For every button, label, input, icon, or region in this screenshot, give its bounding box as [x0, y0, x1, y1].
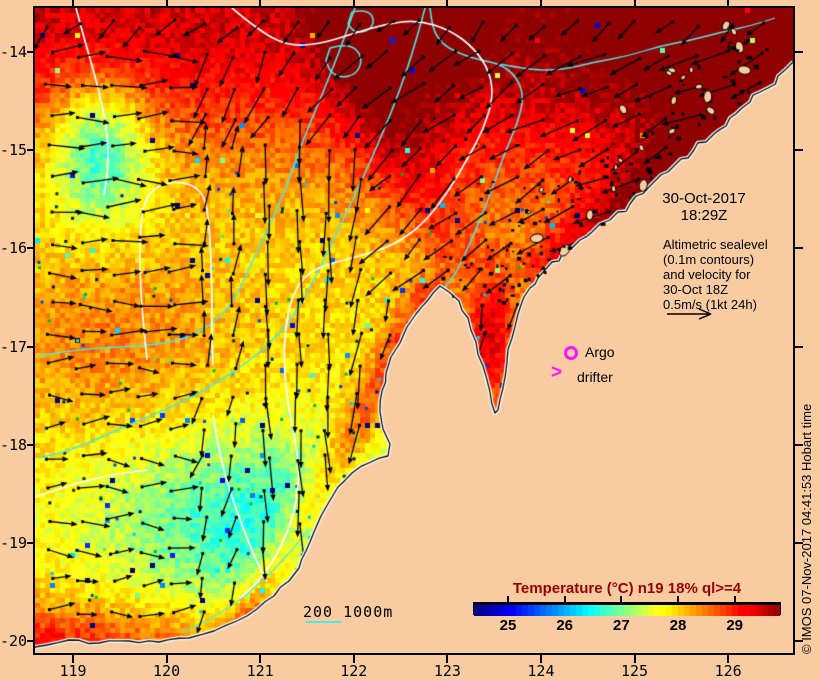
lon-tick	[633, 0, 636, 6]
colorbar-tick	[563, 596, 566, 602]
lon-tick-label: 126	[714, 662, 742, 680]
sst-map-canvas[interactable]	[35, 8, 793, 653]
colorbar-tick-label: 29	[726, 617, 743, 634]
bathymetry-contour-sample-line	[306, 621, 342, 623]
map-frame	[33, 6, 795, 655]
colorbar-tick	[733, 596, 736, 602]
info-line: 30-Oct 18Z	[663, 282, 729, 297]
lat-tick	[795, 247, 803, 250]
lat-tick	[27, 345, 33, 348]
lat-tick	[795, 149, 803, 152]
info-box: Altimetric sealevel (0.1m contours) and …	[663, 237, 768, 312]
lon-tick	[71, 0, 74, 6]
lon-tick-label: 119	[59, 662, 87, 680]
lat-tick-label: -16	[0, 239, 28, 258]
lon-tick-label: 122	[340, 662, 368, 680]
argo-marker-icon	[564, 346, 578, 360]
info-line: Altimetric sealevel	[663, 237, 768, 252]
colorbar-title: Temperature (°C) n19 18% ql>=4	[512, 580, 742, 597]
lat-tick	[27, 443, 33, 446]
info-line: and velocity for	[663, 267, 751, 282]
lon-tick	[727, 0, 730, 6]
lat-tick	[27, 50, 33, 53]
timestamp-date: 30-Oct-2017	[662, 190, 746, 207]
colorbar-tick	[507, 596, 509, 602]
lon-tick-label: 120	[153, 662, 181, 680]
lon-tick	[446, 0, 449, 6]
bathymetry-scale-label: 200 1000m	[303, 603, 394, 621]
lat-tick-label: -20	[0, 632, 28, 651]
lat-tick	[795, 50, 803, 53]
lat-tick	[27, 640, 33, 643]
drifter-marker-icon: >	[551, 362, 563, 383]
timestamp-time: 18:29Z	[680, 207, 728, 224]
lon-tick	[259, 0, 262, 6]
lat-tick	[27, 149, 33, 152]
colorbar	[473, 602, 781, 616]
velocity-scale-arrow-icon	[667, 308, 712, 320]
lat-tick-label: -17	[0, 337, 28, 356]
lat-tick-label: -18	[0, 435, 28, 454]
timestamp: 30-Oct-2017 18:29Z	[640, 190, 768, 224]
lat-tick-label: -15	[0, 141, 28, 160]
lat-tick-label: -14	[0, 42, 28, 61]
argo-label: Argo	[585, 344, 615, 360]
lat-tick	[795, 345, 803, 348]
info-line: (0.1m contours)	[663, 252, 755, 267]
lon-tick-label: 125	[621, 662, 649, 680]
colorbar-gradient	[474, 605, 780, 616]
colorbar-tick	[677, 596, 679, 602]
copyright-credit: © IMOS 07-Nov-2017 04:41:53 Hobart time	[799, 403, 814, 654]
lat-tick	[27, 247, 33, 250]
lat-tick	[27, 542, 33, 544]
lon-tick-label: 124	[527, 662, 555, 680]
drifter-label: drifter	[577, 369, 613, 385]
lon-tick	[165, 0, 168, 6]
lon-tick	[352, 0, 355, 6]
lon-tick-label: 121	[246, 662, 274, 680]
colorbar-tick-label: 28	[669, 617, 687, 634]
lon-tick-label: 123	[433, 662, 461, 680]
lat-tick-label: -19	[0, 534, 28, 552]
colorbar-tick-label: 25	[499, 617, 517, 634]
colorbar-tick	[620, 596, 623, 602]
lon-tick	[539, 0, 542, 6]
colorbar-tick-label: 26	[556, 617, 573, 634]
colorbar-tick-label: 27	[612, 617, 630, 634]
